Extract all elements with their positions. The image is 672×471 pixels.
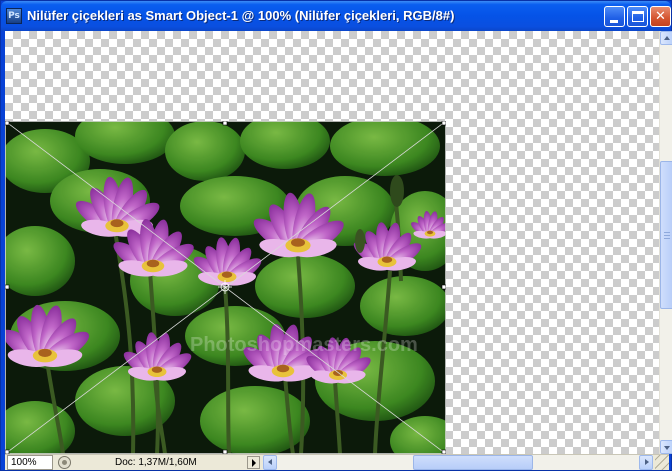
close-icon: ✕ bbox=[655, 9, 666, 24]
title-bar[interactable]: Ps Nilüfer çiçekleri as Smart Object-1 @… bbox=[1, 1, 671, 31]
document-size-info: Doc: 1,37M/1,60M bbox=[115, 457, 197, 468]
resize-grip-icon[interactable] bbox=[655, 455, 669, 470]
arrow-right-icon bbox=[645, 459, 649, 465]
arrow-left-icon bbox=[268, 459, 272, 465]
scroll-right-button[interactable] bbox=[639, 455, 653, 470]
canvas-viewport[interactable]: Photoshopmasters.com bbox=[5, 31, 659, 454]
grip-icon bbox=[664, 238, 670, 239]
grip-icon bbox=[664, 235, 670, 236]
vertical-scrollbar[interactable] bbox=[659, 31, 672, 454]
window-title: Nilüfer çiçekleri as Smart Object-1 @ 10… bbox=[27, 8, 455, 23]
scroll-up-button[interactable] bbox=[660, 31, 672, 45]
watermark-text: Photoshopmasters.com bbox=[190, 334, 418, 356]
maximize-button[interactable] bbox=[627, 6, 648, 27]
scroll-left-button[interactable] bbox=[263, 455, 277, 470]
horizontal-scrollbar[interactable] bbox=[263, 455, 653, 470]
arrow-up-icon bbox=[664, 36, 670, 40]
scroll-down-button[interactable] bbox=[660, 440, 672, 454]
navigator-icon[interactable] bbox=[58, 456, 71, 469]
close-button[interactable]: ✕ bbox=[650, 6, 671, 27]
minimize-icon bbox=[610, 20, 618, 23]
status-bar: 100% Doc: 1,37M/1,60M bbox=[5, 454, 669, 470]
zoom-level-field[interactable]: 100% bbox=[7, 455, 53, 470]
smart-object-image[interactable]: Photoshopmasters.com bbox=[5, 121, 446, 454]
minimize-button[interactable] bbox=[604, 6, 625, 27]
arrow-down-icon bbox=[664, 446, 670, 450]
document-window: Ps Nilüfer çiçekleri as Smart Object-1 @… bbox=[0, 0, 672, 471]
grip-icon bbox=[664, 232, 670, 233]
status-menu-arrow-button[interactable] bbox=[247, 456, 260, 469]
maximize-icon bbox=[632, 11, 644, 22]
vertical-scroll-thumb[interactable] bbox=[660, 161, 672, 309]
photoshop-app-icon[interactable]: Ps bbox=[6, 8, 22, 24]
horizontal-scroll-thumb[interactable] bbox=[413, 455, 533, 470]
